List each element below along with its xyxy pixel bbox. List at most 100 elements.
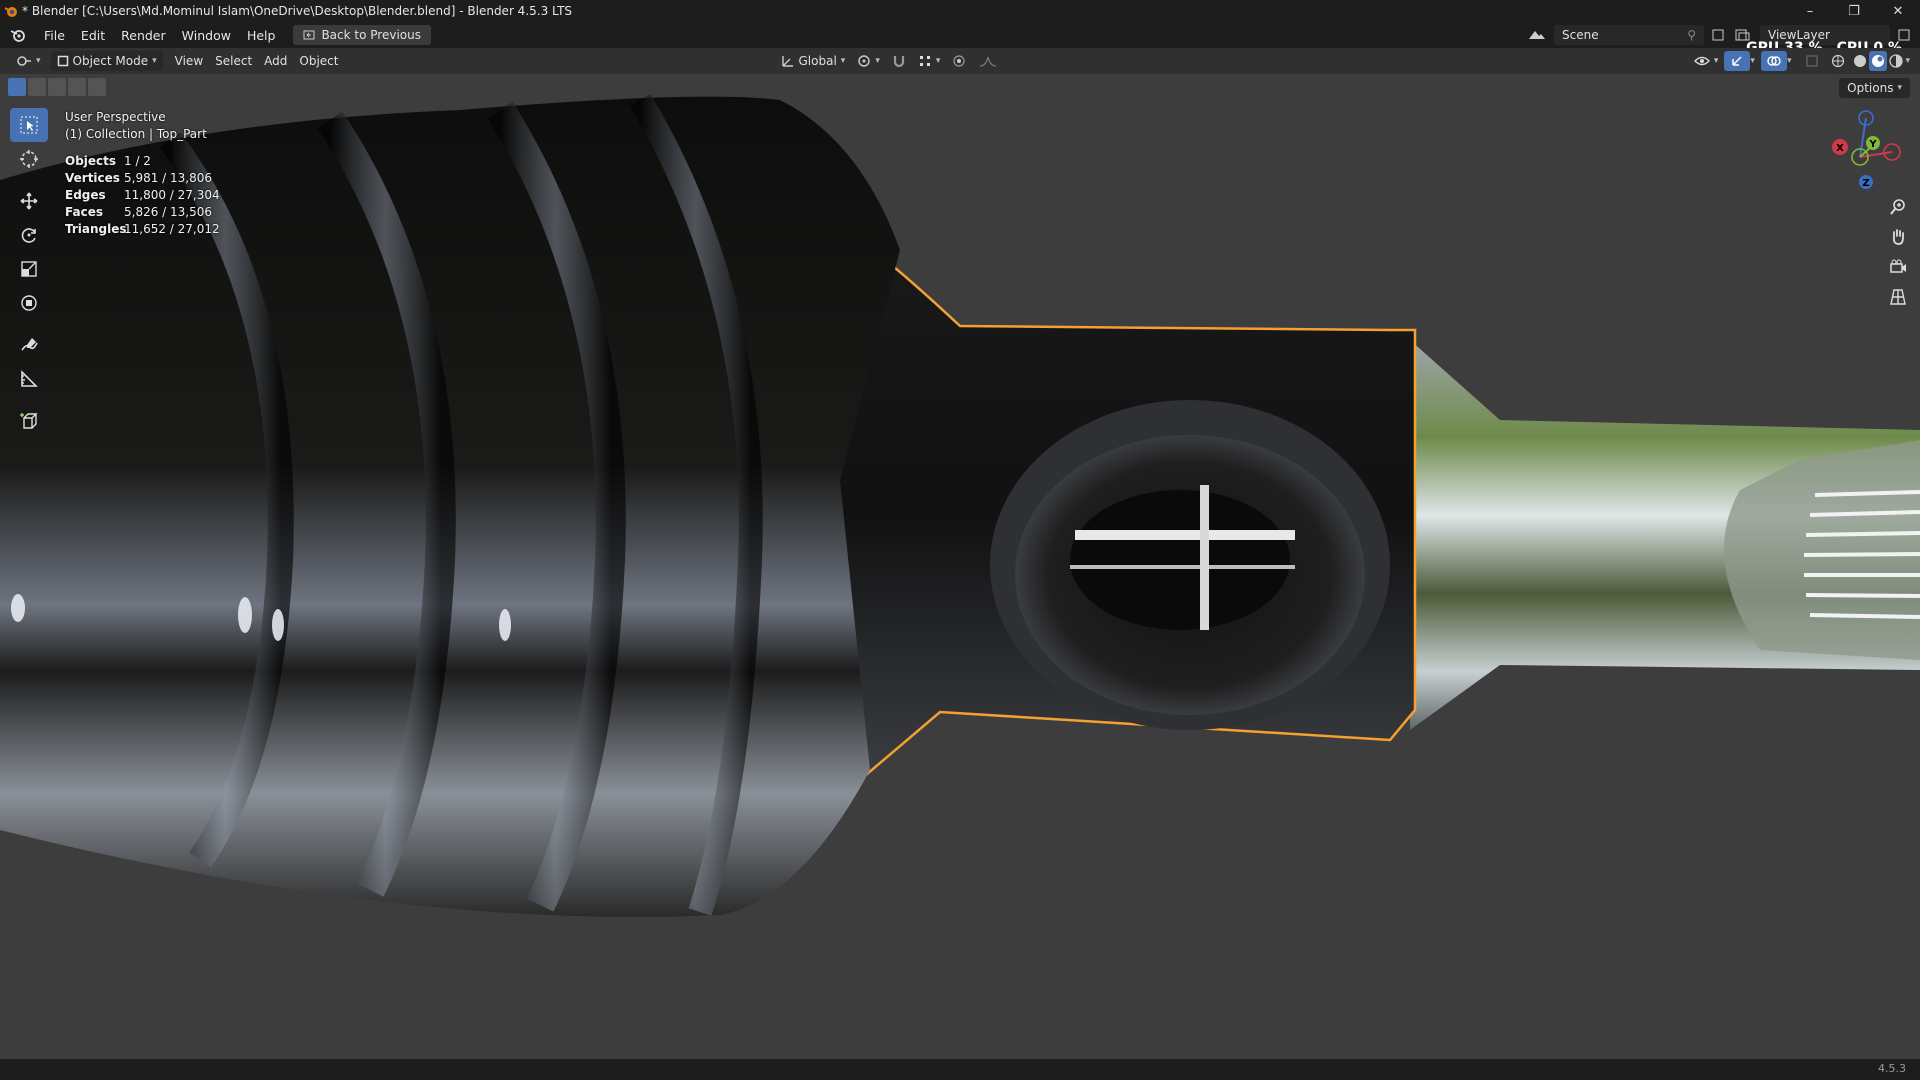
zoom-view-button[interactable] bbox=[1886, 195, 1910, 219]
menu-view[interactable]: View bbox=[169, 51, 209, 71]
rotate-icon bbox=[21, 228, 36, 243]
view-perspective-label: User Perspective bbox=[65, 110, 166, 124]
menu-object[interactable]: Object bbox=[293, 51, 344, 71]
stat-row-triangles: Triangles 11,652 / 27,012 bbox=[65, 222, 220, 239]
camera-view-button[interactable] bbox=[1886, 255, 1910, 279]
stat-row-edges: Edges 11,800 / 27,304 bbox=[65, 188, 220, 205]
navigation-gizmo[interactable]: X Y Z bbox=[1820, 100, 1920, 200]
back-to-previous-button[interactable]: Back to Previous bbox=[293, 25, 431, 45]
select-extend-icon[interactable] bbox=[28, 78, 46, 96]
solid-icon bbox=[1854, 55, 1867, 67]
xray-toggle[interactable] bbox=[1799, 51, 1825, 71]
select-intersect-icon[interactable] bbox=[88, 78, 106, 96]
pivot-icon bbox=[858, 55, 871, 67]
scene-icon[interactable] bbox=[1526, 27, 1548, 43]
overlays-toggle[interactable] bbox=[1760, 51, 1787, 71]
stat-row-faces: Faces 5,826 / 13,506 bbox=[65, 205, 220, 222]
stat-key: Objects bbox=[65, 154, 117, 168]
title-bar: * Blender [C:\Users\Md.Mominul Islam\One… bbox=[0, 0, 1920, 22]
viewport-info-overlay: User Perspective (1) Collection | Top_Pa… bbox=[65, 110, 220, 239]
orientation-label: Global bbox=[798, 54, 837, 68]
transform-tool[interactable] bbox=[10, 286, 48, 320]
transform-orientation-selector[interactable]: Global ▾ bbox=[775, 51, 852, 71]
wireframe-icon bbox=[1832, 54, 1845, 68]
shading-rendered-button[interactable] bbox=[1887, 51, 1905, 71]
viewport-header: ▾ Object Mode ▾ View Select Add Object G… bbox=[0, 48, 1920, 74]
grid-perspective-icon bbox=[1890, 289, 1906, 305]
annotate-tool[interactable] bbox=[10, 328, 48, 362]
falloff-curve-icon bbox=[980, 56, 997, 67]
move-tool[interactable] bbox=[10, 184, 48, 218]
shading-solid-button[interactable] bbox=[1851, 51, 1869, 71]
menu-edit[interactable]: Edit bbox=[73, 28, 113, 43]
scene-name: Scene bbox=[1562, 28, 1599, 42]
snap-toggle[interactable] bbox=[886, 51, 912, 71]
status-bar: 4.5.3 bbox=[0, 1059, 1920, 1080]
blender-menu-icon[interactable] bbox=[0, 28, 36, 42]
restore-button[interactable]: ❐ bbox=[1832, 0, 1876, 22]
menu-render[interactable]: Render bbox=[113, 28, 174, 43]
options-dropdown[interactable]: Options ▾ bbox=[1839, 78, 1910, 98]
select-box-tool[interactable] bbox=[10, 108, 48, 142]
menu-select[interactable]: Select bbox=[209, 51, 258, 71]
editor-type-button[interactable]: ▾ bbox=[10, 51, 47, 71]
select-invert-icon[interactable] bbox=[68, 78, 86, 96]
measure-tool[interactable] bbox=[10, 362, 48, 396]
close-button[interactable]: ✕ bbox=[1876, 0, 1920, 22]
minimize-button[interactable]: – bbox=[1788, 0, 1832, 22]
stat-value: 1 / 2 bbox=[124, 154, 151, 168]
menu-add[interactable]: Add bbox=[258, 51, 293, 71]
active-collection-label: (1) Collection | Top_Part bbox=[65, 127, 207, 141]
stat-key: Faces bbox=[65, 205, 103, 219]
toggle-perspective-button[interactable] bbox=[1886, 285, 1910, 309]
shading-wireframe-button[interactable] bbox=[1825, 51, 1851, 71]
cursor-tool[interactable] bbox=[10, 142, 48, 176]
rotate-tool[interactable] bbox=[10, 218, 48, 252]
pan-view-button[interactable] bbox=[1886, 225, 1910, 249]
mode-label: Object Mode bbox=[72, 54, 149, 68]
gizmo-z-label: Z bbox=[1862, 178, 1869, 189]
gizmo-toggle[interactable] bbox=[1724, 51, 1751, 71]
eye-icon bbox=[1693, 56, 1710, 66]
stat-key: Triangles bbox=[65, 222, 127, 236]
pin-icon[interactable]: ⚲ bbox=[1687, 28, 1696, 42]
proportional-editing-toggle[interactable] bbox=[946, 51, 972, 71]
shading-material-button[interactable] bbox=[1869, 51, 1888, 71]
transform-icon bbox=[21, 295, 37, 311]
shading-dropdown[interactable]: ▾ bbox=[1905, 56, 1910, 66]
new-scene-icon[interactable] bbox=[1710, 27, 1726, 43]
overlays-icon bbox=[1767, 56, 1781, 66]
3d-cursor-icon bbox=[20, 150, 38, 168]
camera-icon bbox=[1890, 259, 1906, 273]
gizmo-dropdown[interactable]: ▾ bbox=[1750, 56, 1755, 66]
gizmo-x-label: X bbox=[1836, 143, 1844, 154]
snap-target-selector[interactable]: ▾ bbox=[912, 51, 947, 71]
scene-selector[interactable]: Scene ⚲ bbox=[1554, 25, 1704, 45]
gizmo-y-label: Y bbox=[1868, 139, 1877, 150]
select-new-icon[interactable] bbox=[8, 78, 26, 96]
mode-selector[interactable]: Object Mode ▾ bbox=[50, 51, 163, 71]
3d-view-icon bbox=[17, 56, 31, 66]
back-icon bbox=[303, 30, 315, 40]
falloff-selector[interactable] bbox=[972, 51, 1004, 71]
overlays-dropdown[interactable]: ▾ bbox=[1787, 56, 1792, 66]
visibility-selector[interactable]: ▾ bbox=[1688, 51, 1725, 71]
add-cube-tool[interactable] bbox=[10, 404, 48, 438]
object-mode-icon bbox=[57, 55, 68, 67]
3d-viewport[interactable] bbox=[0, 74, 1920, 1059]
menu-help[interactable]: Help bbox=[239, 28, 284, 43]
stat-value: 11,800 / 27,304 bbox=[124, 188, 220, 202]
xray-icon bbox=[1806, 55, 1819, 67]
menu-file[interactable]: File bbox=[36, 28, 73, 43]
window-title: * Blender [C:\Users\Md.Mominul Islam\One… bbox=[22, 4, 573, 18]
select-subtract-icon[interactable] bbox=[48, 78, 66, 96]
grid-snap-icon bbox=[919, 56, 930, 66]
stat-value: 5,981 / 13,806 bbox=[124, 171, 213, 185]
stat-value: 5,826 / 13,506 bbox=[124, 205, 213, 219]
scale-tool[interactable] bbox=[10, 252, 48, 286]
zoom-icon bbox=[1890, 199, 1905, 215]
rendered-icon bbox=[1889, 54, 1904, 68]
top-menu-bar: File Edit Render Window Help Back to Pre… bbox=[0, 22, 1920, 56]
pivot-point-selector[interactable]: ▾ bbox=[851, 51, 886, 71]
menu-window[interactable]: Window bbox=[174, 28, 239, 43]
